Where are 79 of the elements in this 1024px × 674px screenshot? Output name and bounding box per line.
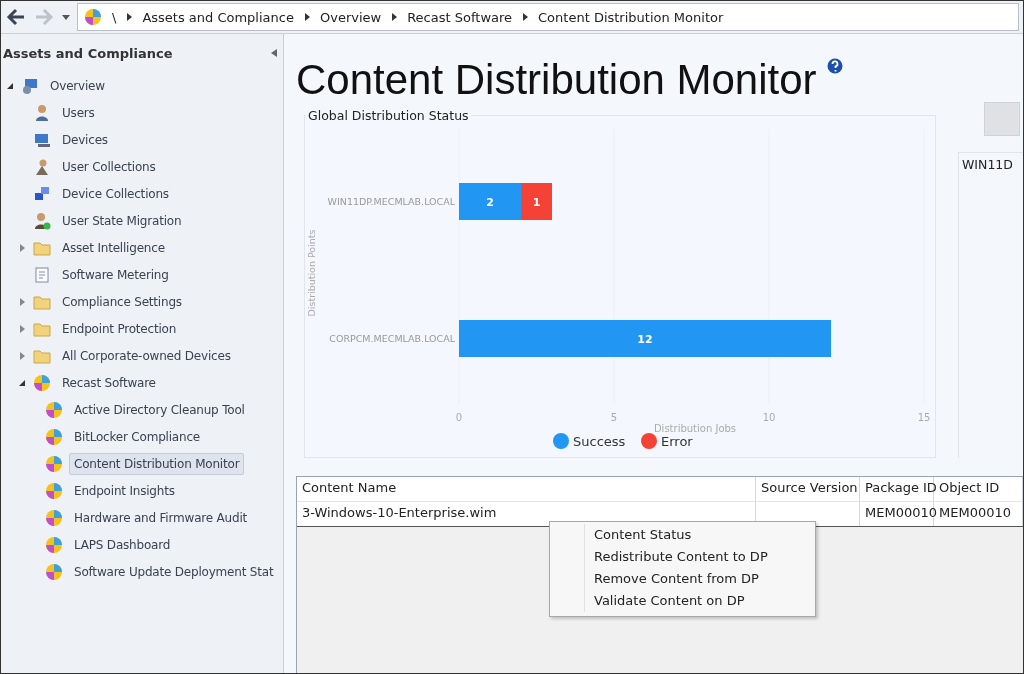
tree-item[interactable]: Endpoint Insights: [69, 479, 180, 502]
tree-item[interactable]: BitLocker Compliance: [69, 425, 205, 448]
table-cell[interactable]: MEM00010: [860, 502, 934, 526]
menu-item[interactable]: Content Status: [584, 524, 815, 546]
tree-item[interactable]: Users: [57, 101, 100, 124]
tree-item[interactable]: All Corporate-owned Devices: [57, 344, 236, 367]
tree-item[interactable]: User State Migration: [57, 209, 187, 232]
category-label: WIN11DP.MECMLAB.LOCAL: [327, 196, 455, 207]
page-title: Content Distribution Monitor: [296, 56, 817, 104]
tree-item[interactable]: Overview: [45, 74, 110, 97]
back-button[interactable]: [5, 7, 27, 27]
collapse-icon[interactable]: [271, 49, 277, 57]
axis-tick-label: 0: [455, 412, 463, 423]
colorful-circle-icon: [45, 427, 63, 446]
colorful-circle-icon: [45, 481, 63, 500]
tree-item[interactable]: Endpoint Protection: [57, 317, 182, 340]
chevron-icon: [303, 13, 310, 21]
collapsed-arrow-icon[interactable]: [17, 242, 27, 253]
tree-item[interactable]: Hardware and Firmware Audit: [69, 506, 253, 529]
tree-item[interactable]: Active Directory Cleanup Tool: [69, 398, 250, 421]
tree-item[interactable]: Compliance Settings: [57, 290, 187, 313]
category-label: CORPCM.MECMLAB.LOCAL: [329, 333, 455, 344]
colorful-circle-icon: [45, 508, 63, 527]
tree-item[interactable]: Asset Intelligence: [57, 236, 170, 259]
console-logo-icon: [84, 8, 102, 26]
chevron-icon: [522, 13, 529, 21]
chevron-icon: [126, 13, 133, 21]
bar-value-label: 2: [486, 196, 494, 209]
tree-item[interactable]: LAPS Dashboard: [69, 533, 176, 556]
address-bar[interactable]: \ Assets and Compliance Overview Recast Software Content Distribution Monitor: [77, 3, 1019, 31]
help-icon[interactable]: [826, 58, 843, 74]
tree-item[interactable]: User Collections: [57, 155, 161, 178]
colorful-circle-icon: [45, 535, 63, 554]
legend-label: Success: [573, 434, 626, 449]
person-icon: [33, 211, 51, 230]
legend-dot: [641, 433, 657, 449]
chevron-icon: [391, 13, 398, 21]
computer-icon: [21, 76, 39, 95]
breadcrumb-item[interactable]: Recast Software: [407, 9, 513, 25]
dropdown-caret-icon[interactable]: [61, 13, 71, 21]
axis-tick-label: 5: [610, 412, 618, 423]
breadcrumb-item[interactable]: Assets and Compliance: [142, 9, 294, 25]
colorful-circle-icon: [33, 373, 51, 392]
breadcrumb-item[interactable]: \: [112, 9, 117, 25]
tree-item[interactable]: Software Update Deployment Stat: [69, 560, 279, 583]
tree-item[interactable]: Device Collections: [57, 182, 174, 205]
legend-dot: [553, 433, 569, 449]
devices-icon: [33, 184, 51, 203]
x-axis-title: Distribution Jobs: [653, 423, 737, 434]
column-header[interactable]: Content Name: [297, 477, 756, 502]
legend-label: Error: [661, 434, 693, 449]
menu-item[interactable]: Remove Content from DP: [584, 568, 815, 590]
tree-item[interactable]: Content Distribution Monitor: [69, 452, 245, 475]
colorful-circle-icon: [45, 454, 63, 473]
side-panel-title: WIN11D: [962, 157, 1013, 172]
collapsed-arrow-icon[interactable]: [17, 296, 27, 307]
sidebar-title: Assets and Compliance: [3, 45, 173, 61]
collapsed-arrow-icon[interactable]: [17, 323, 27, 334]
collapsed-arrow-icon[interactable]: [17, 350, 27, 361]
bar-value-label: 1: [532, 196, 541, 209]
breadcrumb-item[interactable]: Overview: [319, 9, 382, 25]
bar-value-label: 12: [637, 333, 653, 346]
tree-item[interactable]: Recast Software: [57, 371, 161, 394]
tree-item[interactable]: Devices: [57, 128, 113, 151]
axis-tick-label: 15: [917, 412, 931, 423]
person-icon: [33, 103, 51, 122]
y-axis-title: Distribution Points: [306, 229, 317, 317]
chart-panel-title: Global Distribution Status: [307, 108, 470, 123]
column-header[interactable]: Source Version: [756, 477, 860, 502]
colorful-circle-icon: [45, 400, 63, 419]
column-header[interactable]: Package ID: [860, 477, 934, 502]
document-icon: [33, 265, 51, 284]
tree-item[interactable]: Software Metering: [57, 263, 174, 286]
axis-tick-label: 10: [762, 412, 776, 423]
menu-item[interactable]: Validate Content on DP: [584, 590, 815, 612]
person-icon: [33, 157, 51, 176]
breadcrumb-item[interactable]: Content Distribution Monitor: [538, 9, 724, 25]
menu-item[interactable]: Redistribute Content to DP: [584, 546, 815, 568]
colorful-circle-icon: [45, 562, 63, 581]
